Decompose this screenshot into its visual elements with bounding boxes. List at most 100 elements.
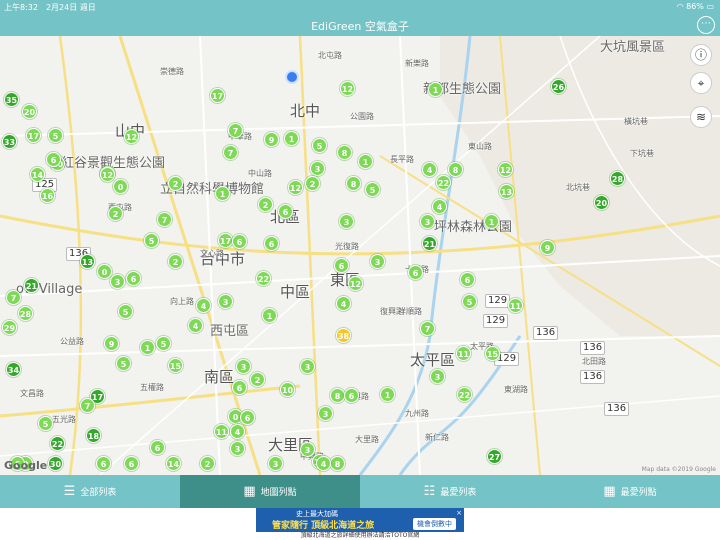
sensor-marker[interactable]: 26 bbox=[551, 79, 566, 94]
sensor-marker[interactable]: 3 bbox=[268, 456, 283, 471]
sensor-marker[interactable]: 21 bbox=[24, 278, 39, 293]
sensor-marker[interactable]: 22 bbox=[50, 436, 65, 451]
sensor-marker[interactable]: 15 bbox=[485, 346, 500, 361]
sensor-marker[interactable]: 0 bbox=[97, 264, 112, 279]
sensor-marker[interactable]: 2 bbox=[168, 254, 183, 269]
sensor-marker[interactable]: 3 bbox=[430, 369, 445, 384]
sensor-marker[interactable]: 11 bbox=[456, 346, 471, 361]
sensor-marker[interactable]: 11 bbox=[508, 298, 523, 313]
tab-map-points[interactable]: ▦ 地圖列點 bbox=[180, 475, 360, 508]
sensor-marker[interactable]: 18 bbox=[86, 428, 101, 443]
sensor-marker[interactable]: 4 bbox=[316, 456, 331, 471]
sensor-marker[interactable]: 4 bbox=[336, 296, 351, 311]
sensor-marker[interactable]: 5 bbox=[118, 304, 133, 319]
sensor-marker[interactable]: 1 bbox=[380, 387, 395, 402]
sensor-marker[interactable]: 38 bbox=[336, 328, 351, 343]
sensor-marker[interactable]: 12 bbox=[288, 180, 303, 195]
sensor-marker[interactable]: 17 bbox=[210, 88, 225, 103]
sensor-marker[interactable]: 5 bbox=[38, 416, 53, 431]
sensor-marker[interactable]: 20 bbox=[594, 195, 609, 210]
sensor-marker[interactable]: 1 bbox=[215, 186, 230, 201]
sensor-marker[interactable]: 1 bbox=[140, 340, 155, 355]
sensor-marker[interactable]: 11 bbox=[214, 424, 229, 439]
sensor-marker[interactable]: 30 bbox=[48, 456, 63, 471]
sensor-marker[interactable]: 3 bbox=[318, 406, 333, 421]
sensor-marker[interactable]: 34 bbox=[6, 362, 21, 377]
sensor-marker[interactable]: 9 bbox=[264, 132, 279, 147]
sensor-marker[interactable]: 9 bbox=[540, 240, 555, 255]
sensor-marker[interactable]: 12 bbox=[340, 81, 355, 96]
sensor-marker[interactable]: 5 bbox=[144, 233, 159, 248]
sensor-marker[interactable]: 10 bbox=[280, 382, 295, 397]
sensor-marker[interactable]: 1 bbox=[484, 214, 499, 229]
sensor-marker[interactable]: 6 bbox=[240, 410, 255, 425]
sensor-marker[interactable]: 2 bbox=[258, 197, 273, 212]
sensor-marker[interactable]: 5 bbox=[156, 336, 171, 351]
sensor-marker[interactable]: 7 bbox=[80, 398, 95, 413]
tab-favorite-map[interactable]: ▦ 最愛列點 bbox=[540, 475, 720, 508]
sensor-marker[interactable]: 3 bbox=[218, 294, 233, 309]
sensor-marker[interactable]: 3 bbox=[300, 442, 315, 457]
sensor-marker[interactable]: 9 bbox=[104, 336, 119, 351]
sensor-marker[interactable]: 6 bbox=[232, 234, 247, 249]
sensor-marker[interactable]: 0 bbox=[113, 179, 128, 194]
ellipsis-icon[interactable]: ⋯ bbox=[697, 16, 715, 34]
sensor-marker[interactable]: 8 bbox=[346, 176, 361, 191]
location-pin-icon[interactable]: ⌖ bbox=[690, 72, 712, 94]
sensor-marker[interactable]: 6 bbox=[150, 440, 165, 455]
sensor-marker[interactable]: 6 bbox=[460, 272, 475, 287]
map-view[interactable]: 北中 山中 北區 東區 中區 南區 太平區 大里區 台中市 新都生態公園 坪林森… bbox=[0, 36, 720, 475]
sensor-marker[interactable]: 14 bbox=[166, 456, 181, 471]
sensor-marker[interactable]: 4 bbox=[422, 162, 437, 177]
sensor-marker[interactable]: 5 bbox=[462, 294, 477, 309]
sensor-marker[interactable]: 13 bbox=[499, 184, 514, 199]
sensor-marker[interactable]: 4 bbox=[432, 199, 447, 214]
tab-favorite-list[interactable]: ☷ 最愛列表 bbox=[360, 475, 540, 508]
sensor-marker[interactable]: 6 bbox=[232, 380, 247, 395]
sensor-marker[interactable]: 5 bbox=[116, 356, 131, 371]
sensor-marker[interactable]: 21 bbox=[422, 236, 437, 251]
sensor-marker[interactable]: 14 bbox=[30, 167, 45, 182]
sensor-marker[interactable]: 4 bbox=[188, 318, 203, 333]
sensor-marker[interactable]: 6 bbox=[278, 204, 293, 219]
sensor-marker[interactable]: 12 bbox=[348, 276, 363, 291]
sensor-marker[interactable]: 15 bbox=[168, 358, 183, 373]
sensor-marker[interactable]: 17 bbox=[218, 233, 233, 248]
sensor-marker[interactable]: 3 bbox=[236, 359, 251, 374]
sensor-marker[interactable]: 6 bbox=[126, 271, 141, 286]
sensor-marker[interactable]: 7 bbox=[228, 123, 243, 138]
sensor-marker[interactable]: 6 bbox=[334, 258, 349, 273]
sensor-marker[interactable]: 12 bbox=[100, 167, 115, 182]
sensor-marker[interactable]: 2 bbox=[200, 456, 215, 471]
sensor-marker[interactable]: 3 bbox=[420, 214, 435, 229]
sensor-marker[interactable]: 29 bbox=[2, 320, 17, 335]
sensor-marker[interactable]: 17 bbox=[26, 128, 41, 143]
sensor-marker[interactable]: 35 bbox=[4, 92, 19, 107]
sensor-marker[interactable]: 3 bbox=[339, 214, 354, 229]
sensor-marker[interactable]: 1 bbox=[358, 154, 373, 169]
sensor-marker[interactable]: 6 bbox=[46, 152, 61, 167]
sensor-marker[interactable]: 20 bbox=[22, 104, 37, 119]
sensor-marker[interactable]: 13 bbox=[80, 254, 95, 269]
sensor-marker[interactable]: 8 bbox=[448, 162, 463, 177]
sensor-marker[interactable]: 7 bbox=[223, 145, 238, 160]
sensor-marker[interactable]: 22 bbox=[457, 387, 472, 402]
sensor-marker[interactable]: 1 bbox=[284, 131, 299, 146]
ad-close-icon[interactable]: × bbox=[456, 509, 462, 517]
layers-icon[interactable]: ≋ bbox=[690, 106, 712, 128]
sensor-marker[interactable]: 3 bbox=[110, 274, 125, 289]
sensor-marker[interactable]: 7 bbox=[6, 290, 21, 305]
sensor-marker[interactable]: 4 bbox=[230, 424, 245, 439]
sensor-marker[interactable]: 5 bbox=[312, 138, 327, 153]
sensor-marker[interactable]: 6 bbox=[408, 265, 423, 280]
tab-all-list[interactable]: ☰ 全部列表 bbox=[0, 475, 180, 508]
sensor-marker[interactable]: 12 bbox=[498, 162, 513, 177]
sensor-marker[interactable]: 1 bbox=[428, 82, 443, 97]
ad-banner[interactable]: 史上最大加碼 管家隨行 頂級北海道之旅 機會倒數中 × 頂級北海道之旅詳細使用辦… bbox=[256, 508, 464, 540]
sensor-marker[interactable]: 2 bbox=[250, 372, 265, 387]
sensor-marker[interactable]: 4 bbox=[196, 298, 211, 313]
sensor-marker[interactable]: 3 bbox=[370, 254, 385, 269]
sensor-marker[interactable]: 12 bbox=[124, 129, 139, 144]
sensor-marker[interactable]: 8 bbox=[337, 145, 352, 160]
sensor-marker[interactable]: 3 bbox=[310, 161, 325, 176]
